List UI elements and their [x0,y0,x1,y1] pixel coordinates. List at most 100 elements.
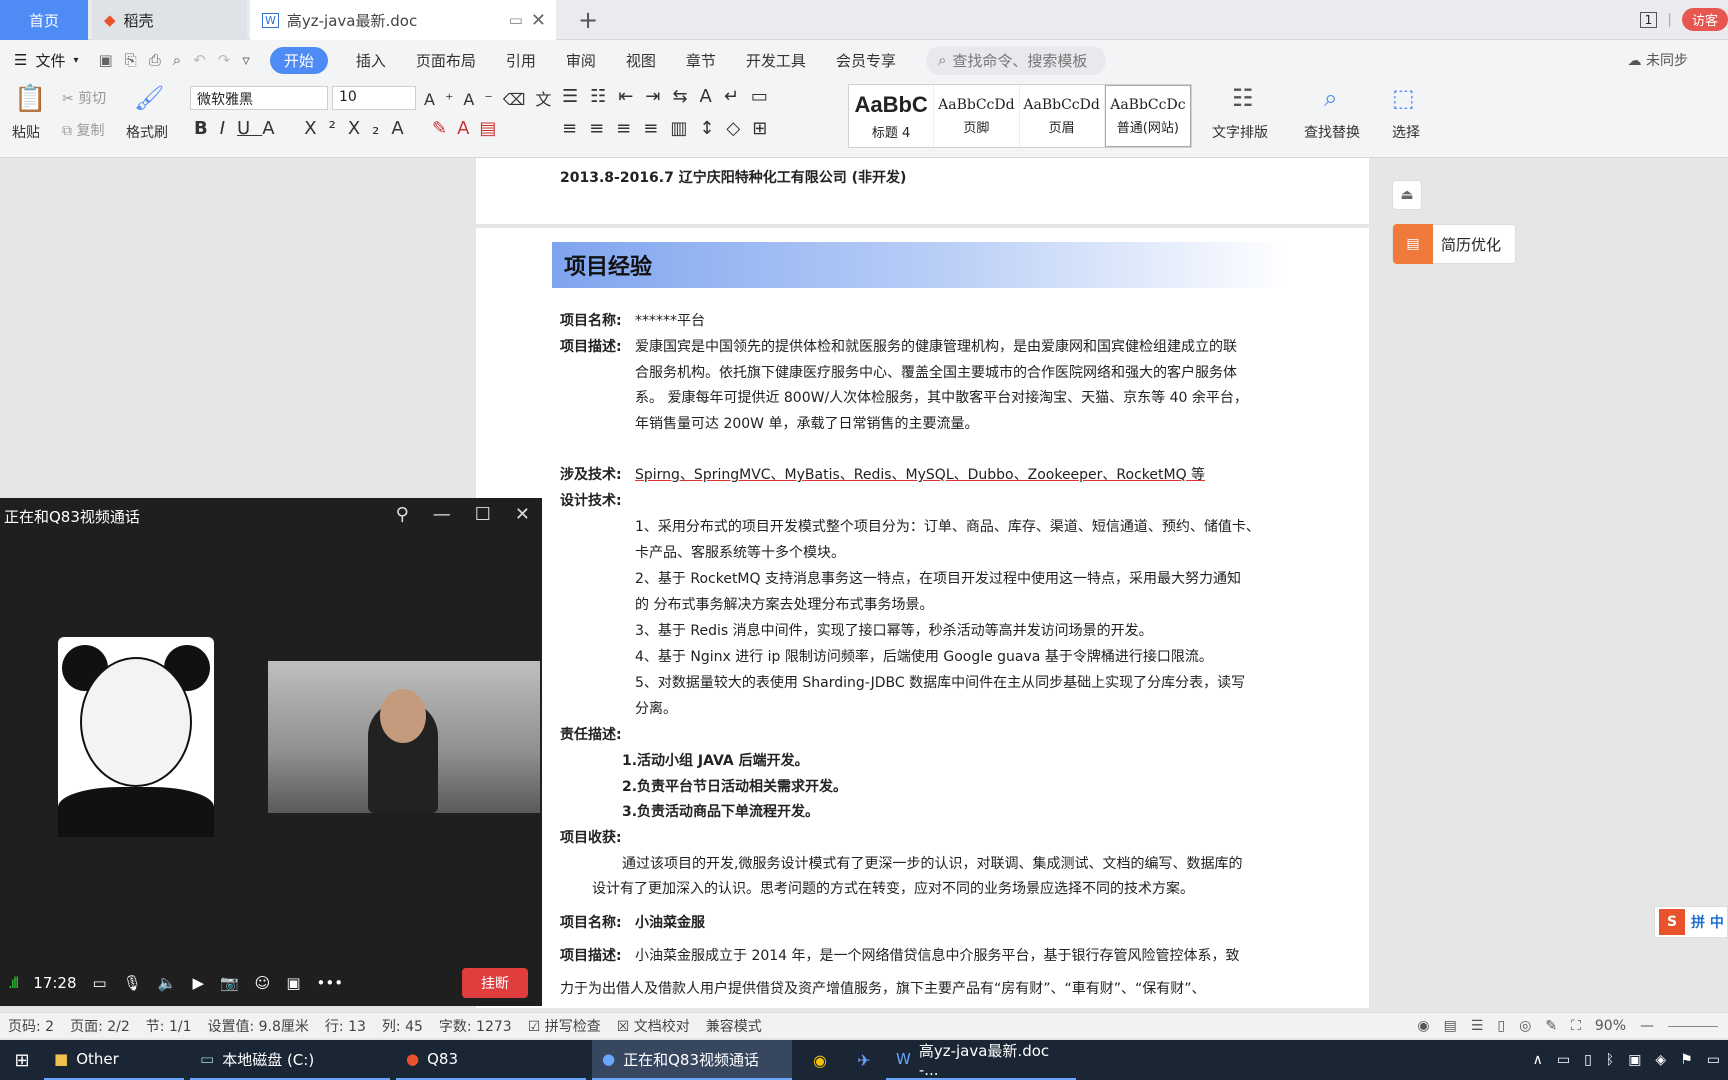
taskbar-folder-other[interactable]: ■ Other [44,1040,184,1080]
monitor-icon[interactable]: ▭ [1707,1052,1720,1068]
windows-start-icon[interactable]: ⊞ [0,1050,44,1071]
color-tools[interactable]: ✎A▤ [432,118,506,139]
chevron-up-icon[interactable]: ∧ [1533,1052,1543,1068]
tab-float-icon[interactable]: ▭ [509,11,523,29]
find-replace-button[interactable]: 查找替换 [1304,122,1360,142]
cut-button[interactable]: ✂ 剪切 [62,88,106,108]
doc-proof[interactable]: ☒ 文档校对 [617,1016,690,1036]
print-icon[interactable]: ⎙ [149,51,161,69]
video-call-window[interactable]: 正在和Q83视频通话 ⚲ — ☐ ✕ .ıll 17:28 ▭ 🎙 🔈 ▶ 📷 … [0,498,542,1006]
tablet-icon[interactable]: ▯ [1584,1052,1592,1068]
text-format-tools[interactable]: BIUA X²X₂A [194,118,416,139]
style-heading4[interactable]: AaBbC 标题 4 [849,85,935,147]
menu-review[interactable]: 审阅 [566,50,596,71]
redo-icon[interactable]: ↷ [218,51,231,69]
minimize-icon[interactable]: — [433,504,451,525]
paste-button[interactable]: 粘贴 [12,122,40,142]
status-words[interactable]: 字数: 1273 [439,1016,512,1036]
status-section[interactable]: 节: 1/1 [146,1016,192,1036]
read-view-icon[interactable]: ▯ [1497,1018,1505,1034]
tray-app-icon[interactable]: ▣ [1628,1052,1641,1068]
export-icon[interactable]: ⎘ [125,51,137,69]
close-icon[interactable]: ✕ [515,504,530,525]
fit-icon[interactable]: ⛶ [1571,1018,1581,1034]
window-icon[interactable]: ▭ [1557,1052,1570,1068]
chrome-icon[interactable]: ◉ [798,1040,842,1080]
customize-icon[interactable]: ▿ [242,51,250,69]
tray-app-icon[interactable]: ◈ [1655,1052,1666,1068]
menu-chapter[interactable]: 章节 [686,50,716,71]
ime-indicator[interactable]: S 拼 中 [1654,906,1728,938]
eye-icon[interactable]: ◉ [1417,1018,1429,1034]
menu-dev-tools[interactable]: 开发工具 [746,50,806,71]
visitor-badge[interactable]: 访客 [1681,8,1728,31]
preview-icon[interactable]: ⌕ [173,51,181,69]
taskbar-video-call[interactable]: ● 正在和Q83视频通话 [592,1040,792,1080]
tab-document[interactable]: W 高yz-java最新.doc ▭ ✕ [250,0,556,40]
style-normal-web[interactable]: AaBbCcDc 普通(网站) [1104,85,1191,147]
camera-icon[interactable]: ▶ [192,974,204,992]
status-page-code[interactable]: 页码: 2 [8,1016,54,1036]
spell-check[interactable]: ☑ 拼写检查 [528,1016,601,1036]
zoom-out-icon[interactable]: — [1640,1018,1654,1034]
undo-icon[interactable]: ↶ [193,51,206,69]
feather-app-icon[interactable]: ✈ [842,1040,886,1080]
style-footer[interactable]: AaBbCcDd 页脚 [934,85,1020,147]
microphone-icon[interactable]: 🎙 [123,974,142,992]
taskbar-local-disk[interactable]: ▭ 本地磁盘 (C:) [190,1040,390,1080]
collapse-panel-button[interactable]: ⏏ [1392,180,1422,210]
select-button[interactable]: 选择 [1392,122,1420,142]
hangup-button[interactable]: 挂断 [462,968,528,998]
paste-icon[interactable]: 📋 [14,84,46,114]
resp-label: 责任描述: [560,727,622,743]
page-view-icon[interactable]: ▤ [1444,1018,1457,1034]
menu-view[interactable]: 视图 [626,50,656,71]
status-pages[interactable]: 页面: 2/2 [70,1016,130,1036]
tab-home[interactable]: 首页 [0,0,88,40]
status-col[interactable]: 列: 45 [382,1016,423,1036]
tab-daoke[interactable]: ◆ 稻壳 [92,0,247,40]
align-tools[interactable]: ≡≡≡≡▥↕◇⊞ [562,118,779,139]
font-size-select[interactable]: 10 [332,86,416,110]
maximize-icon[interactable]: ☐ [475,504,491,525]
taskbar-wps-doc[interactable]: W 高yz-java最新.doc -... [886,1040,1076,1080]
effects-icon[interactable]: ☺ [255,974,271,992]
new-tab-button[interactable]: + [578,6,598,34]
web-view-icon[interactable]: ◎ [1519,1018,1531,1034]
speaker-icon[interactable]: 🔈 [158,974,177,992]
pen-icon[interactable]: ✎ [1545,1018,1557,1034]
taskbar-q83[interactable]: ● Q83 [396,1040,586,1080]
outline-view-icon[interactable]: ☰ [1471,1018,1484,1034]
zoom-slider[interactable] [1668,1025,1718,1027]
save-icon[interactable]: ▣ [99,51,113,69]
list-tools[interactable]: ☰☷⇤⇥⇆A↵▭ [562,86,780,107]
format-painter-button[interactable]: 格式刷 [126,122,168,142]
style-header[interactable]: AaBbCcDd 页眉 [1020,85,1105,147]
more-icon[interactable]: ••• [317,974,344,992]
status-row[interactable]: 行: 13 [325,1016,366,1036]
copy-button[interactable]: ⧉ 复制 [62,120,104,140]
chat-icon[interactable]: ▭ [93,974,107,992]
tab-close-icon[interactable]: ✕ [531,10,546,31]
check-icon: ☑ [527,1018,541,1035]
file-menu[interactable]: ☰ 文件 ▾ [14,50,79,71]
resume-optimize-button[interactable]: ▤ 简历优化 [1392,224,1516,264]
camera-icon[interactable]: 📷 [220,974,239,992]
menu-vip[interactable]: 会员专享 [836,50,896,71]
sync-status[interactable]: ☁ 未同步 [1628,50,1688,70]
menu-page-layout[interactable]: 页面布局 [416,50,476,71]
pin-icon[interactable]: ⚲ [396,504,409,525]
flag-icon[interactable]: ⚑ [1680,1052,1693,1068]
page-number-badge[interactable]: 1 [1639,11,1658,28]
font-size-tools[interactable]: A⁺A⁻⌫文 [424,86,561,110]
menu-references[interactable]: 引用 [506,50,536,71]
font-family-select[interactable]: 微软雅黑 [190,86,328,110]
menu-start[interactable]: 开始 [269,46,328,74]
status-setting[interactable]: 设置值: 9.8厘米 [207,1016,308,1036]
bluetooth-icon[interactable]: ᛒ [1606,1052,1614,1068]
command-search[interactable]: ⌕ 查找命令、搜索模板 [925,45,1106,75]
zoom-level[interactable]: 90% [1595,1018,1626,1034]
menu-insert[interactable]: 插入 [356,50,386,71]
screen-share-icon[interactable]: ▣ [286,974,300,992]
text-layout-button[interactable]: 文字排版 [1212,122,1268,142]
